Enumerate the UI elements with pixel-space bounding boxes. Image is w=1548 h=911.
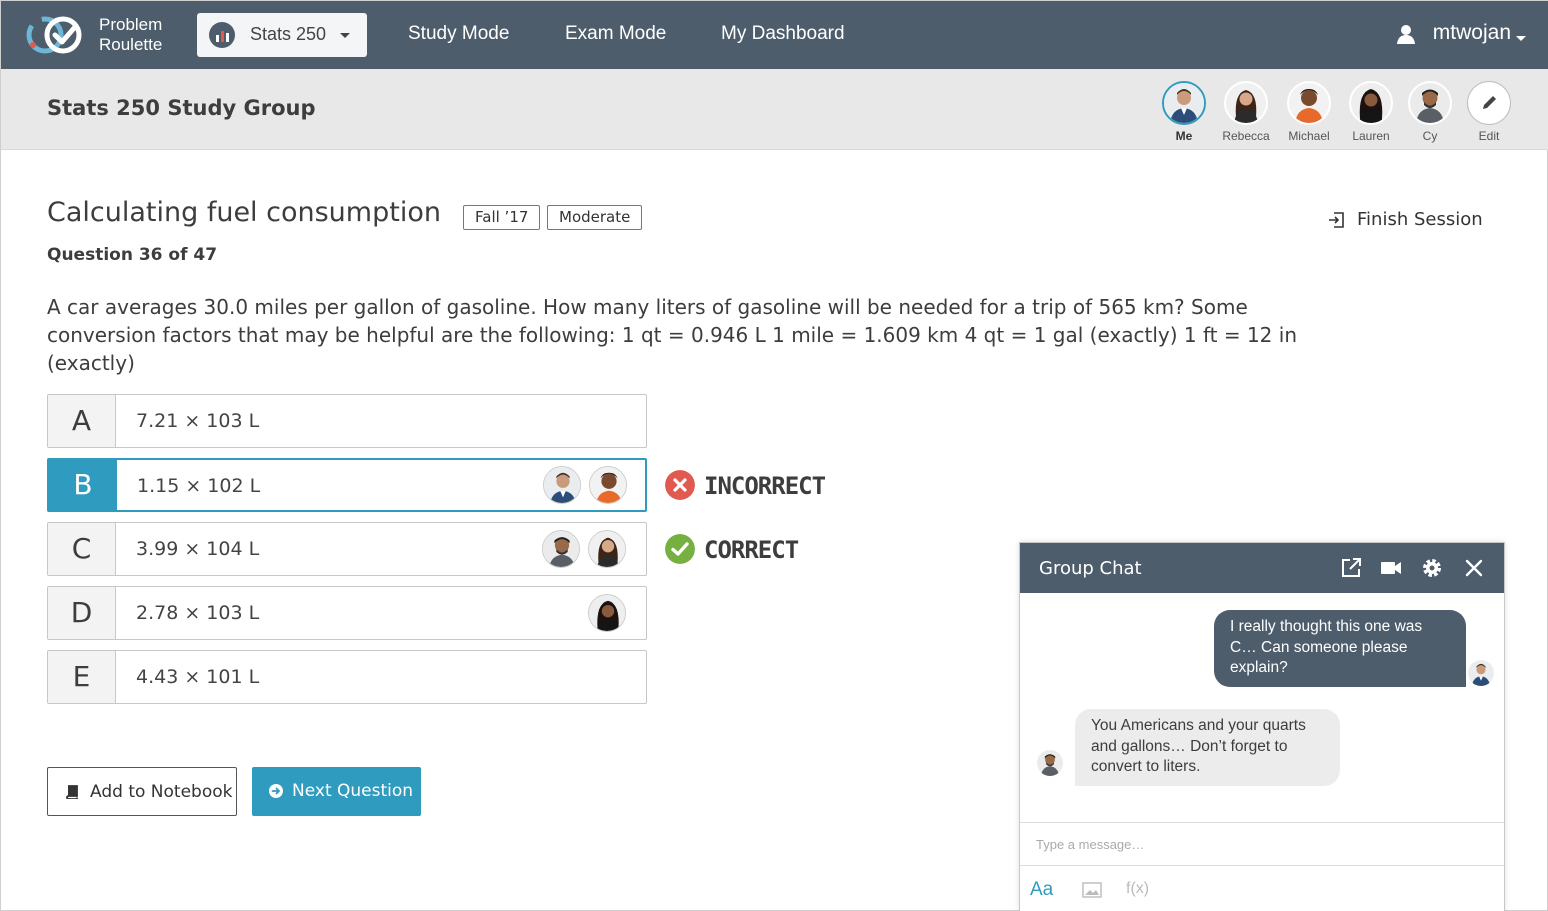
edit-label: Edit <box>1478 129 1500 143</box>
answer-value: 2.78 × 103 L <box>136 602 260 624</box>
avatar <box>1224 81 1268 125</box>
answer-option-b[interactable]: B 1.15 × 102 L <box>47 458 647 512</box>
brand-line-2: Roulette <box>99 35 163 54</box>
answer-option-c[interactable]: C 3.99 × 104 L <box>47 522 647 576</box>
answer-letter: B <box>49 460 117 510</box>
incorrect-label: INCORRECT <box>704 472 826 500</box>
answer-letter: A <box>48 395 116 447</box>
username: mtwojan <box>1432 21 1511 44</box>
avatar <box>1037 750 1063 776</box>
next-question-button[interactable]: Next Question <box>252 767 421 816</box>
member-lauren[interactable]: Lauren <box>1340 81 1402 143</box>
x-circle-icon <box>665 470 695 500</box>
exit-icon <box>1329 212 1344 228</box>
member-name: Cy <box>1422 129 1438 143</box>
answer-value: 1.15 × 102 L <box>137 475 261 497</box>
chat-title: Group Chat <box>1039 558 1142 579</box>
term-tag: Fall ’17 <box>463 205 541 230</box>
avatar <box>1162 81 1206 125</box>
study-group-bar: Stats 250 Study Group Me Rebecca Michael… <box>1 69 1548 150</box>
nav-exam-mode[interactable]: Exam Mode <box>565 23 666 45</box>
popout-icon[interactable] <box>1339 556 1363 580</box>
answer-letter: E <box>48 651 116 703</box>
top-navbar: Problem Roulette Stats 250 Study Mode Ex… <box>1 1 1548 69</box>
member-name: Rebecca <box>1222 129 1270 143</box>
chat-message-outgoing: I really thought this one was C… Can som… <box>1214 610 1466 687</box>
avatar <box>1468 660 1494 686</box>
member-me[interactable]: Me <box>1153 81 1215 143</box>
avatar <box>588 530 626 568</box>
image-icon[interactable] <box>1082 882 1102 898</box>
problem-roulette-logo-icon[interactable] <box>25 15 87 55</box>
finish-session-label: Finish Session <box>1357 209 1483 230</box>
course-chart-icon <box>209 22 235 48</box>
avatar <box>1349 81 1393 125</box>
avatar <box>542 530 580 568</box>
member-name: Michael <box>1288 129 1330 143</box>
avatar <box>543 466 581 504</box>
group-chat-panel: Group Chat I really thought this one was… <box>1019 542 1505 911</box>
chat-toolbar: Aa f(x) <box>1020 866 1504 911</box>
brand-line-1: Problem <box>99 15 163 34</box>
gear-icon[interactable] <box>1420 556 1444 580</box>
chat-header: Group Chat <box>1020 543 1504 593</box>
nav-my-dashboard[interactable]: My Dashboard <box>721 23 845 45</box>
next-question-label: Next Question <box>292 781 414 801</box>
add-to-notebook-button[interactable]: Add to Notebook <box>47 767 237 816</box>
group-title: Stats 250 Study Group <box>47 96 316 120</box>
question-counter: Question 36 of 47 <box>47 245 218 265</box>
member-name: Lauren <box>1352 129 1390 143</box>
avatar <box>588 594 626 632</box>
video-camera-icon[interactable] <box>1379 556 1403 580</box>
brand-name[interactable]: Problem Roulette <box>99 15 162 55</box>
close-icon[interactable] <box>1462 556 1486 580</box>
pencil-icon <box>1467 81 1511 125</box>
member-michael[interactable]: Michael <box>1278 81 1340 143</box>
text-format-button[interactable]: Aa <box>1030 879 1053 901</box>
question-text: A car averages 30.0 miles per gallon of … <box>47 295 1297 375</box>
avatar <box>589 466 627 504</box>
answer-option-e[interactable]: E 4.43 × 101 L <box>47 650 647 704</box>
difficulty-tag: Moderate <box>547 205 643 230</box>
answer-letter: C <box>48 523 116 575</box>
chevron-down-icon <box>1516 36 1526 41</box>
user-icon <box>1396 25 1415 44</box>
course-selector-label: Stats 250 <box>250 24 327 44</box>
answer-value: 3.99 × 104 L <box>136 538 260 560</box>
avatar <box>1287 81 1331 125</box>
answer-option-d[interactable]: D 2.78 × 103 L <box>47 586 647 640</box>
member-name: Me <box>1175 129 1193 143</box>
add-to-notebook-label: Add to Notebook <box>90 782 233 802</box>
arrow-circle-right-icon <box>269 784 283 798</box>
check-circle-icon <box>665 534 695 564</box>
chat-input-placeholder: Type a message… <box>1036 837 1145 852</box>
avatar <box>1408 81 1452 125</box>
nav-study-mode[interactable]: Study Mode <box>408 23 509 45</box>
answer-value: 7.21 × 103 L <box>136 410 260 432</box>
user-menu[interactable]: mtwojan <box>1396 21 1526 45</box>
answer-letter: D <box>48 587 116 639</box>
answer-option-a[interactable]: A 7.21 × 103 L <box>47 394 647 448</box>
member-rebecca[interactable]: Rebecca <box>1215 81 1277 143</box>
book-icon <box>66 785 78 799</box>
member-cy[interactable]: Cy <box>1399 81 1461 143</box>
correct-label: CORRECT <box>704 536 799 564</box>
question-title: Calculating fuel consumption <box>47 197 441 228</box>
chat-message-incoming: You Americans and your quarts and gallon… <box>1075 709 1340 786</box>
chat-message-input[interactable]: Type a message… <box>1020 822 1504 866</box>
edit-members-button[interactable]: Edit <box>1458 81 1520 143</box>
formula-button[interactable]: f(x) <box>1126 880 1149 898</box>
chevron-down-icon <box>340 33 350 38</box>
course-selector[interactable]: Stats 250 <box>197 13 367 57</box>
answer-value: 4.43 × 101 L <box>136 666 260 688</box>
